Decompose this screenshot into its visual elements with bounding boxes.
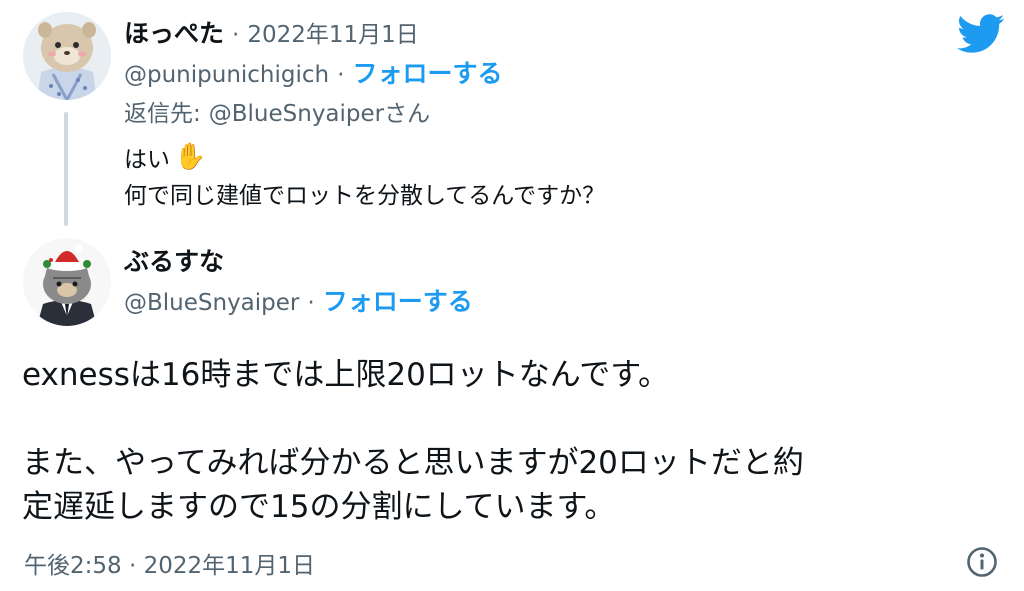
- display-name[interactable]: ぶるすな: [124, 247, 224, 276]
- reply-text-line2: 何で同じ建値でロットを分散してるんですか？: [124, 183, 606, 209]
- reply-text-line1: はい ✋: [124, 140, 206, 174]
- separator-dot: ·: [337, 62, 345, 88]
- info-icon[interactable]: [966, 546, 998, 578]
- reply-to-label: 返信先:: [124, 101, 201, 127]
- reply-to-honorific: さん: [384, 101, 431, 127]
- reply-to-handle[interactable]: @BlueSnyaiper: [209, 101, 384, 127]
- separator-dot: ·: [307, 290, 315, 316]
- tweet-text-paragraph2-line2: 定遅延しますので15の分割にしています。: [22, 489, 616, 525]
- thread-connector-line: [64, 112, 68, 226]
- follow-button[interactable]: フォローする: [352, 54, 502, 90]
- follow-button[interactable]: フォローする: [323, 282, 473, 318]
- raised-hand-emoji: ✋: [174, 142, 207, 172]
- twitter-bird-icon[interactable]: [957, 14, 1005, 54]
- tweet-date[interactable]: 2022年11月1日: [247, 15, 418, 49]
- tweet-text-paragraph2-line1: また、やってみれば分かると思いますが20ロットだと約: [22, 445, 804, 481]
- avatar-burusuna[interactable]: [23, 238, 111, 326]
- tweet-text-paragraph1: exnessは16時までは上限20ロットなんです。: [22, 357, 670, 393]
- display-name[interactable]: ほっぺた: [124, 14, 224, 50]
- reply-text: はい: [124, 147, 170, 173]
- tweet-timestamp[interactable]: 午後2:58 · 2022年11月1日: [24, 546, 315, 580]
- user-handle[interactable]: @punipunichigich: [124, 62, 329, 88]
- user-handle[interactable]: @BlueSnyaiper: [124, 290, 299, 316]
- avatar-hoppeta[interactable]: [23, 12, 111, 100]
- separator-dot: ·: [232, 22, 240, 48]
